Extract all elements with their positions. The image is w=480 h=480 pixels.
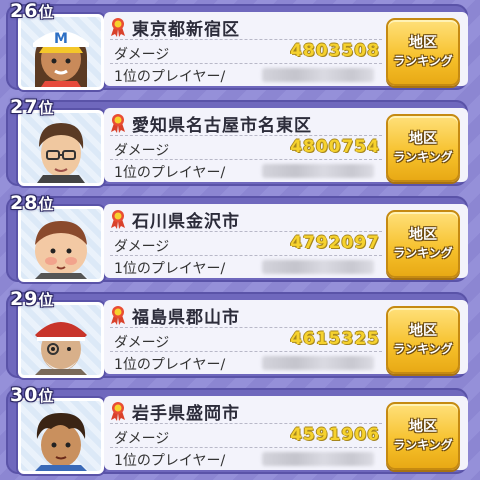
damage-label: ダメージ — [114, 335, 170, 351]
rank-number: 30位 — [10, 384, 55, 406]
blurred-player-name — [262, 68, 374, 82]
region-name: 愛知県名古屋市名東区 — [132, 115, 312, 136]
entry-card: 福島県郡山市 ダメージ 4615325 1位のプレイヤー/ 地区 ランキング — [104, 300, 468, 374]
award-ribbon-icon — [111, 18, 125, 37]
region-ranking-button[interactable]: 地区 ランキング — [386, 114, 460, 182]
damage-label: ダメージ — [114, 143, 170, 159]
rank-number: 28位 — [10, 192, 55, 214]
top-player-label: 1位のプレイヤー/ — [114, 261, 226, 277]
blurred-player-name — [262, 452, 374, 466]
award-ribbon-icon — [111, 210, 125, 229]
damage-label: ダメージ — [114, 239, 170, 255]
rank-number: 29位 — [10, 288, 55, 310]
damage-value: 4803508 — [290, 41, 380, 61]
blurred-player-name — [262, 356, 374, 370]
man-glasses-avatar — [18, 110, 104, 186]
region-ranking-button[interactable]: 地区 ランキング — [386, 18, 460, 86]
old-man-avatar — [18, 302, 104, 378]
award-ribbon-icon — [111, 402, 125, 421]
damage-value: 4591906 — [290, 425, 380, 445]
region-ranking-button[interactable]: 地区 ランキング — [386, 210, 460, 278]
region-name: 岩手県盛岡市 — [132, 403, 240, 424]
entry-card: 石川県金沢市 ダメージ 4792097 1位のプレイヤー/ 地区 ランキング — [104, 204, 468, 278]
ranking-row: 27位 愛知県名古屋市名東区 ダメージ 4800754 1位のプレイヤー/ 地区… — [6, 96, 468, 186]
ranking-list: 26位 M 東京都新宿区 ダメージ 4803508 1位のプレイヤー/ 地区 ラ… — [0, 0, 480, 480]
boy-avatar — [18, 398, 104, 474]
damage-label: ダメージ — [114, 47, 170, 63]
region-name: 東京都新宿区 — [132, 19, 240, 40]
top-player-label: 1位のプレイヤー/ — [114, 357, 226, 373]
rank-number: 26位 — [10, 0, 55, 22]
svg-text:M: M — [54, 31, 68, 47]
award-ribbon-icon — [111, 306, 125, 325]
entry-card: 岩手県盛岡市 ダメージ 4591906 1位のプレイヤー/ 地区 ランキング — [104, 396, 468, 470]
top-player-label: 1位のプレイヤー/ — [114, 165, 226, 181]
region-name: 石川県金沢市 — [132, 211, 240, 232]
boy-cap-avatar: M — [18, 14, 104, 90]
ranking-row: 26位 M 東京都新宿区 ダメージ 4803508 1位のプレイヤー/ 地区 ラ… — [6, 0, 468, 90]
damage-label: ダメージ — [114, 431, 170, 447]
top-player-label: 1位のプレイヤー/ — [114, 453, 226, 469]
ranking-row: 30位 岩手県盛岡市 ダメージ 4591906 1位のプレイヤー/ 地区 ランキ… — [6, 384, 468, 474]
damage-value: 4615325 — [290, 329, 380, 349]
region-ranking-button[interactable]: 地区 ランキング — [386, 402, 460, 470]
damage-value: 4800754 — [290, 137, 380, 157]
award-ribbon-icon — [111, 114, 125, 133]
blurred-player-name — [262, 164, 374, 178]
top-player-label: 1位のプレイヤー/ — [114, 69, 226, 85]
rank-number: 27位 — [10, 96, 55, 118]
region-ranking-button[interactable]: 地区 ランキング — [386, 306, 460, 374]
entry-card: 東京都新宿区 ダメージ 4803508 1位のプレイヤー/ 地区 ランキング — [104, 12, 468, 86]
ranking-row: 28位 石川県金沢市 ダメージ 4792097 1位のプレイヤー/ 地区 ランキ… — [6, 192, 468, 282]
damage-value: 4792097 — [290, 233, 380, 253]
chubby-kid-avatar — [18, 206, 104, 282]
ranking-row: 29位 福島県郡山市 ダメージ 4615325 1位のプレイヤー/ 地区 ランキ… — [6, 288, 468, 378]
entry-card: 愛知県名古屋市名東区 ダメージ 4800754 1位のプレイヤー/ 地区 ランキン… — [104, 108, 468, 182]
region-name: 福島県郡山市 — [132, 307, 240, 328]
blurred-player-name — [262, 260, 374, 274]
